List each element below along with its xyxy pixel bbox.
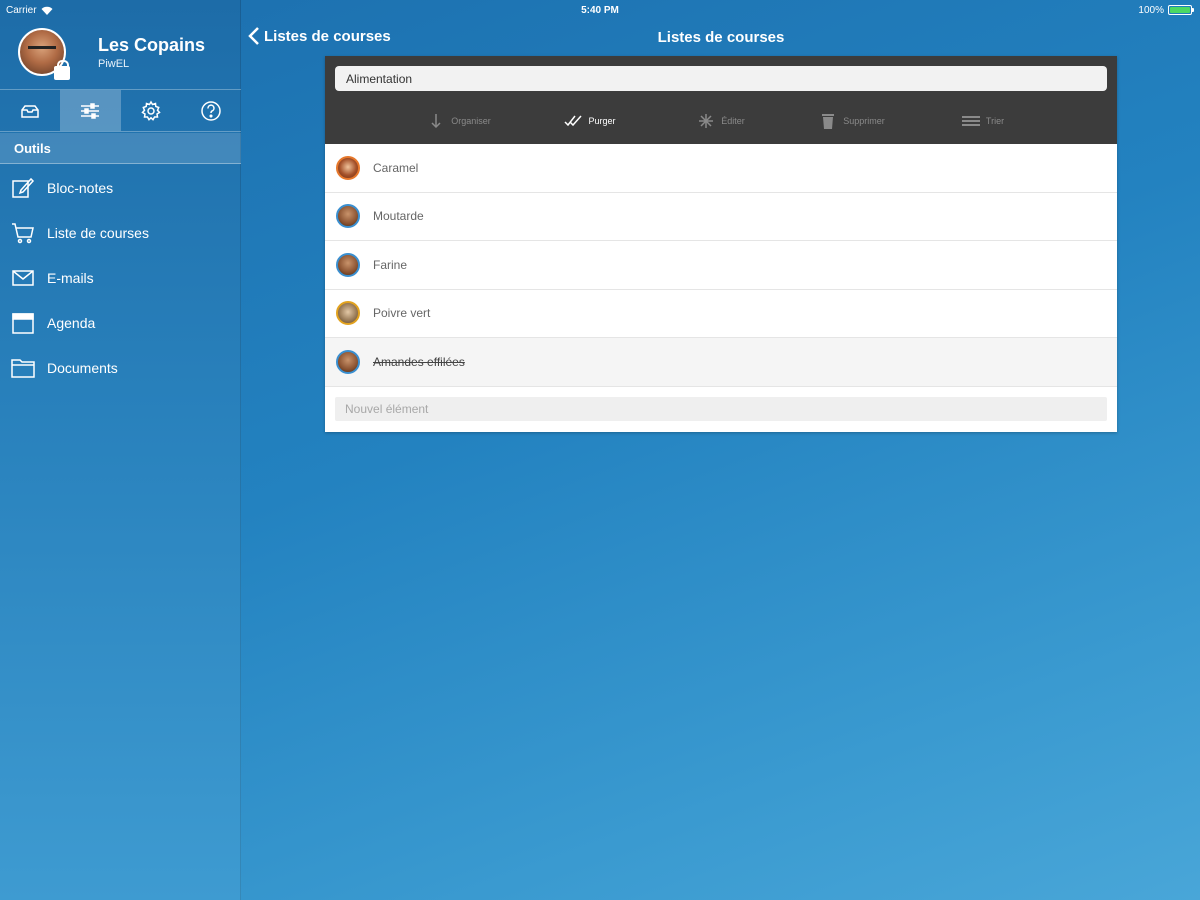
lines-icon (961, 116, 980, 126)
list-item[interactable]: Farine (325, 241, 1117, 290)
wifi-icon (41, 6, 53, 15)
item-text: Caramel (373, 160, 419, 175)
section-title: Outils (0, 133, 241, 164)
delete-label: Supprimer (843, 116, 885, 126)
sidebar-item-label: Documents (47, 359, 118, 376)
list-item[interactable]: Moutarde (325, 193, 1117, 241)
battery-fill (1170, 7, 1190, 13)
item-text: Poivre vert (373, 306, 431, 321)
folder-icon (11, 358, 35, 378)
tab-mail[interactable] (0, 90, 60, 131)
sidebar-item-agenda[interactable]: Agenda (0, 300, 241, 345)
edit-label: Éditer (721, 116, 745, 126)
author-avatar (336, 349, 360, 374)
carrier-label: Carrier (6, 4, 37, 16)
trash-icon (822, 114, 835, 129)
cart-icon (12, 222, 34, 243)
author-avatar (336, 204, 360, 229)
sidebar-item-notepad[interactable]: Bloc-notes (0, 165, 241, 210)
sidebar-item-label: Agenda (47, 314, 96, 331)
list-item[interactable]: Caramel (325, 144, 1117, 193)
battery-percent: 100% (1138, 4, 1164, 16)
item-text: Farine (373, 257, 408, 272)
sidebar-item-label: Liste de courses (47, 224, 149, 241)
nav-bar: Listes de courses Listes de courses (242, 22, 1200, 54)
sidebar-item-emails[interactable]: E-mails (0, 255, 241, 300)
sort-button[interactable]: Trier (918, 106, 1049, 136)
tab-help[interactable] (181, 90, 241, 131)
delete-button[interactable]: Supprimer (787, 106, 918, 136)
battery-icon (1168, 5, 1194, 15)
sidebar-item-label: Bloc-notes (47, 179, 114, 196)
status-time: 5:40 PM (581, 4, 619, 16)
list-header: Organiser Purger Éditer Supprimer (325, 56, 1117, 144)
list-panel: Organiser Purger Éditer Supprimer (325, 56, 1117, 432)
carrier-info: Carrier (6, 5, 53, 16)
back-button[interactable]: Listes de courses (248, 26, 391, 46)
user-name: PiwEL (98, 57, 130, 70)
sort-label: Trier (985, 116, 1005, 126)
item-text: Amandes effilées (373, 354, 465, 369)
sidebar-tabs (0, 89, 241, 132)
sidebar-menu: Bloc-notes Liste de courses E-mails Agen… (0, 165, 241, 390)
sliders-icon (81, 102, 100, 119)
battery-info: 100% (1138, 4, 1194, 16)
sidebar-item-documents[interactable]: Documents (0, 345, 241, 390)
double-check-icon (564, 115, 583, 127)
list-item-checked[interactable]: Amandes effilées (325, 338, 1117, 387)
purge-label: Purger (588, 116, 616, 126)
list-name-input[interactable] (335, 66, 1107, 91)
avatar-glasses (28, 46, 56, 54)
lock-icon (54, 60, 70, 80)
author-avatar (336, 155, 360, 180)
help-icon (201, 100, 221, 121)
profile-header[interactable]: Les Copains PiwEL (18, 28, 205, 80)
chevron-left-icon (248, 27, 259, 45)
list-toolbar: Organiser Purger Éditer Supprimer Trier (325, 106, 1117, 136)
list-item[interactable]: Poivre vert (325, 290, 1117, 338)
group-avatar (18, 28, 70, 80)
item-text: Moutarde (373, 209, 424, 224)
profile-text: Les Copains PiwEL (98, 35, 205, 70)
organize-label: Organiser (451, 116, 491, 126)
tab-tools[interactable] (60, 90, 121, 131)
edit-button[interactable]: Éditer (656, 106, 787, 136)
author-avatar (336, 252, 360, 277)
gear-icon (140, 100, 161, 121)
status-bar: Carrier 5:40 PM 100% (0, 0, 1200, 20)
purge-button[interactable]: Purger (525, 106, 656, 136)
back-label: Listes de courses (264, 27, 391, 45)
new-item-input[interactable] (335, 396, 1107, 421)
envelope-icon (12, 269, 34, 286)
author-avatar (336, 301, 360, 326)
new-item-row (325, 387, 1117, 432)
tab-settings[interactable] (121, 90, 181, 131)
mail-icon (21, 104, 39, 118)
sidebar-item-shopping-list[interactable]: Liste de courses (0, 210, 241, 255)
asterisk-icon (699, 114, 714, 128)
calendar-icon (12, 312, 34, 334)
arrow-down-icon (431, 114, 441, 129)
sidebar-item-label: E-mails (47, 269, 94, 286)
sidebar: Les Copains PiwEL Outils Bloc-notes List… (0, 0, 241, 900)
organize-button[interactable]: Organiser (394, 106, 525, 136)
group-name: Les Copains (98, 34, 206, 55)
notepad-icon (12, 177, 35, 198)
